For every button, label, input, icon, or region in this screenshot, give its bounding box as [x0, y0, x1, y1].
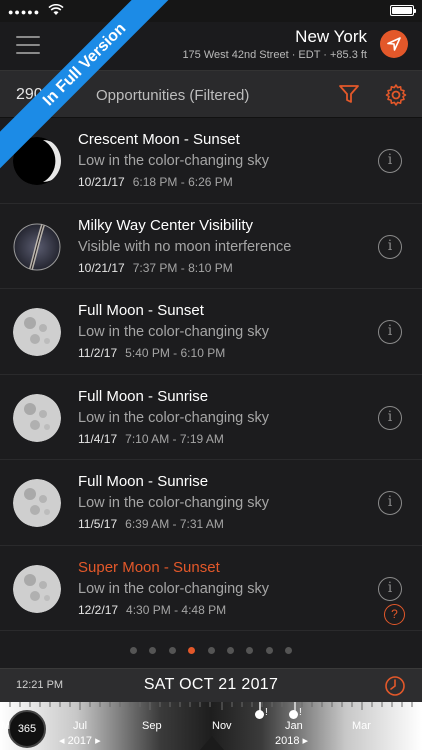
moon-marker-icon[interactable]: [255, 710, 264, 719]
page-dot[interactable]: [207, 647, 215, 654]
item-time: 5:40 PM - 6:10 PM: [125, 346, 226, 360]
item-date: 12/2/17: [78, 602, 119, 617]
range-badge[interactable]: 365: [8, 710, 46, 748]
timeline-month: Sep: [142, 720, 162, 732]
item-description: Low in the color-changing sky: [78, 409, 270, 426]
item-title: Milky Way Center Visibility: [78, 216, 254, 234]
moon-marker-icon[interactable]: [289, 710, 298, 719]
timeline-month: Jan: [285, 720, 303, 732]
item-time: 4:30 PM - 4:48 PM: [126, 602, 227, 617]
item-description: Low in the color-changing sky: [78, 495, 270, 511]
info-icon[interactable]: i: [378, 234, 402, 259]
clock-icon[interactable]: [384, 675, 406, 697]
timeline-month: Nov: [212, 720, 232, 732]
locate-button[interactable]: [380, 30, 408, 58]
alert-icon: !: [265, 707, 268, 718]
timeline-month: Jul: [73, 720, 88, 732]
signal-icon: ●●●●●: [8, 7, 41, 17]
timeline-ticks: [9, 702, 413, 710]
item-time: 6:39 AM - 7:31 AM: [125, 517, 224, 531]
item-title: Super Moon - Sunset: [78, 558, 220, 576]
timeline-pointer: [200, 736, 224, 750]
page-dot[interactable]: [265, 647, 273, 654]
page-dot[interactable]: [129, 647, 137, 654]
timeline-month: M: [1, 720, 11, 732]
timeline-year: ◂ 2017 ▸: [59, 735, 101, 747]
filter-icon[interactable]: [338, 83, 360, 105]
info-icon[interactable]: i: [378, 576, 402, 601]
item-time: 7:37 PM - 8:10 PM: [132, 260, 233, 275]
pagination-dots[interactable]: [0, 641, 422, 657]
info-icon[interactable]: i: [378, 491, 402, 515]
item-date: 10/21/17: [78, 175, 125, 189]
wifi-icon: [48, 4, 64, 15]
location-subtitle[interactable]: 175 West 42nd Street · EDT · +85.3 ft: [182, 49, 367, 61]
full-moon-icon: [13, 393, 61, 442]
item-description: Low in the color-changing sky: [78, 153, 270, 169]
app-header: New York 175 West 42nd Street · EDT · +8…: [0, 22, 422, 70]
item-date: 11/5/17: [78, 517, 118, 531]
list-item[interactable]: Milky Way Center Visibility Visible with…: [0, 204, 422, 289]
current-date[interactable]: SAT OCT 21 2017: [0, 676, 422, 694]
info-icon[interactable]: i: [378, 405, 402, 430]
item-date: 11/2/17: [78, 346, 118, 360]
item-title: Full Moon - Sunset: [78, 302, 204, 319]
timeline-scrubber[interactable]: 365 M Jul Sep Nov Jan Mar ◂ 2017 ▸ 2018 …: [0, 702, 422, 750]
item-time: 6:18 PM - 6:26 PM: [132, 175, 233, 189]
item-title: Full Moon - Sunrise: [78, 473, 209, 490]
full-moon-icon: [13, 564, 61, 613]
list-item[interactable]: Super Moon - Sunset Low in the color-cha…: [0, 546, 422, 631]
opportunity-label: Opportunities (Filtered): [96, 87, 250, 104]
page-dot[interactable]: [246, 647, 254, 654]
info-icon[interactable]: i: [378, 149, 402, 173]
item-date: 10/21/17: [78, 260, 125, 275]
menu-icon[interactable]: [16, 36, 40, 54]
item-time: 7:10 AM - 7:19 AM: [125, 431, 224, 446]
location-title[interactable]: New York: [295, 27, 367, 47]
battery-icon: [390, 5, 416, 16]
alert-icon: !: [299, 707, 302, 718]
list-item[interactable]: Full Moon - Sunset Low in the color-chan…: [0, 289, 422, 375]
date-bar: 12:21 PM SAT OCT 21 2017: [0, 668, 422, 702]
opportunity-list: Crescent Moon - Sunset Low in the color-…: [0, 118, 422, 632]
full-moon-icon: [13, 479, 61, 527]
status-bar: ●●●●●: [0, 0, 422, 22]
item-title: Crescent Moon - Sunset: [78, 131, 240, 148]
list-item[interactable]: Full Moon - Sunrise Low in the color-cha…: [0, 375, 422, 460]
page-dot-active[interactable]: [188, 647, 196, 654]
page-dot[interactable]: [149, 647, 157, 654]
item-date: 11/4/17: [78, 431, 118, 446]
item-description: Low in the color-changing sky: [78, 324, 270, 340]
item-description: Low in the color-changing sky: [78, 580, 270, 597]
item-title: Full Moon - Sunrise: [78, 387, 209, 405]
timeline-month: Mar: [352, 720, 371, 732]
full-moon-icon: [13, 308, 61, 356]
help-icon[interactable]: ?: [384, 604, 405, 625]
item-description: Visible with no moon interference: [78, 238, 292, 255]
page-dot[interactable]: [226, 647, 234, 654]
page-dot[interactable]: [285, 647, 293, 654]
timeline-year: 2018 ▸: [275, 735, 309, 747]
milky-way-icon: [13, 223, 61, 270]
list-item[interactable]: Full Moon - Sunrise Low in the color-cha…: [0, 460, 422, 546]
gear-icon[interactable]: [384, 83, 408, 107]
info-icon[interactable]: i: [378, 320, 402, 344]
page-dot[interactable]: [168, 647, 176, 654]
list-item[interactable]: Crescent Moon - Sunset Low in the color-…: [0, 118, 422, 204]
navigation-arrow-icon: [387, 37, 401, 51]
